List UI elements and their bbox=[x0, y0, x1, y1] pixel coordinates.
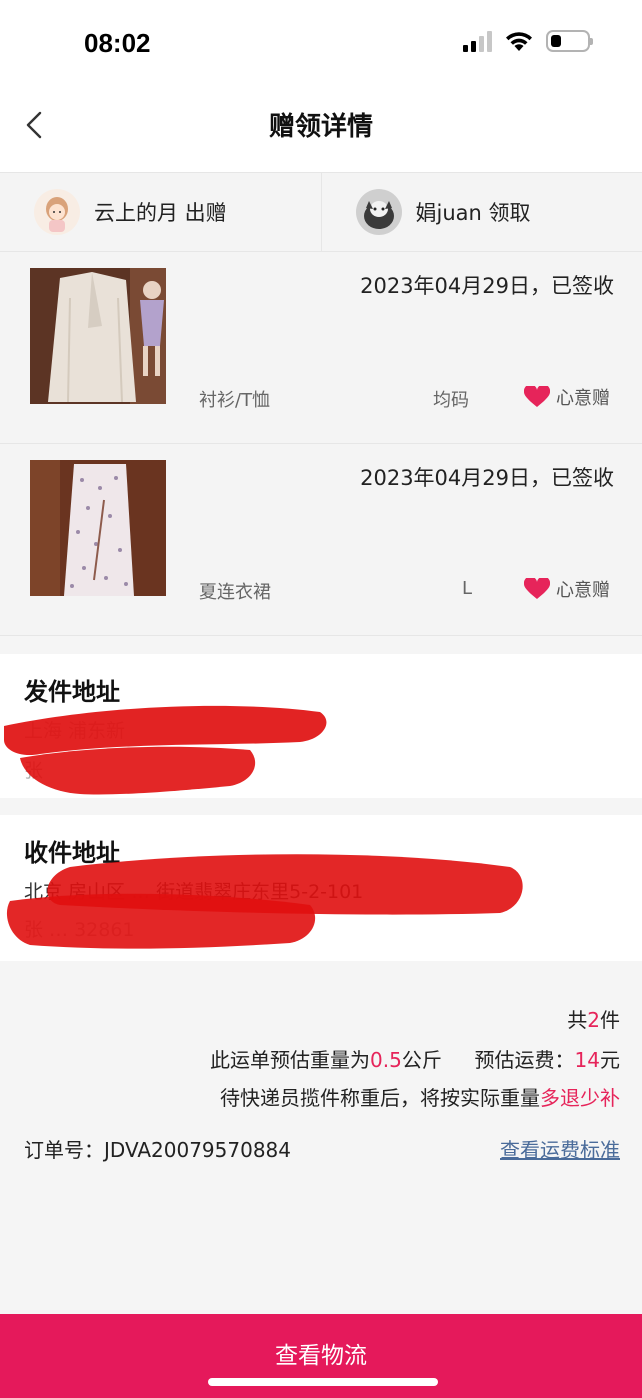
receiver-address-title: 收件地址 bbox=[24, 839, 120, 867]
item-category: 衬衫/T恤 bbox=[199, 390, 271, 411]
nav-bar: 赠领详情 bbox=[0, 88, 642, 172]
item-date: 2023年04月29日，已签收 bbox=[360, 274, 614, 298]
item-tag: 心意赠 bbox=[524, 384, 610, 410]
item-image bbox=[30, 268, 166, 404]
heart-icon bbox=[524, 386, 550, 407]
item-tag-label: 心意赠 bbox=[556, 388, 610, 409]
item-size: 均码 bbox=[433, 390, 469, 411]
sender-address-title: 发件地址 bbox=[24, 678, 120, 706]
receiver-name: 娟juan 领取 bbox=[415, 201, 531, 225]
status-time: 08:02 bbox=[84, 28, 151, 58]
home-indicator bbox=[208, 1378, 438, 1386]
list-item[interactable]: 2023年04月29日，已签收 衬衫/T恤 均码 心意赠 bbox=[0, 252, 642, 444]
item-tag-label: 心意赠 bbox=[556, 580, 610, 601]
item-size: L bbox=[462, 578, 473, 599]
fee-standard-link[interactable]: 查看运费标准 bbox=[500, 1134, 620, 1163]
item-tag: 心意赠 bbox=[524, 576, 610, 602]
wifi-icon bbox=[506, 32, 532, 51]
giver-name: 云上的月 出赠 bbox=[94, 201, 227, 225]
battery-icon bbox=[546, 30, 593, 52]
receiver-cell[interactable]: 娟juan 领取 bbox=[320, 173, 642, 251]
giver-avatar bbox=[34, 189, 80, 235]
giver-cell[interactable]: 云上的月 出赠 bbox=[0, 173, 321, 251]
receiver-address-line2: 张 … 32861 bbox=[24, 919, 135, 941]
item-category: 夏连衣裙 bbox=[199, 582, 271, 603]
heart-icon bbox=[524, 578, 550, 599]
page-title: 赠领详情 bbox=[268, 112, 373, 142]
weight-note: 待快递员揽件称重后，将按实际重量多退少补 bbox=[220, 1086, 620, 1110]
item-date: 2023年04月29日，已签收 bbox=[360, 466, 614, 490]
item-image bbox=[30, 460, 166, 596]
list-item[interactable]: 2023年04月29日，已签收 夏连衣裙 L 心意赠 bbox=[0, 444, 642, 636]
signal-icon bbox=[463, 30, 492, 52]
weight-fee-line: 此运单预估重量为0.5公斤 预估运费：14元 bbox=[210, 1048, 620, 1072]
users-row: 云上的月 出赠 娟juan 领取 bbox=[0, 172, 642, 252]
sender-address-line2: 张 bbox=[24, 760, 44, 782]
status-bar: 08:02 bbox=[0, 0, 642, 88]
receiver-avatar bbox=[355, 189, 402, 235]
sender-address-line1: 上海 浦东新 bbox=[24, 720, 126, 742]
receiver-address-line1: 北京 房山区 … 街道翡翠庄东里5-2-101 bbox=[24, 881, 364, 903]
sender-address-section: 发件地址 上海 浦东新 张 bbox=[0, 654, 642, 798]
order-number: 订单号：JDVA20079570884 bbox=[24, 1138, 292, 1162]
item-count: 共2件 bbox=[567, 1008, 620, 1032]
receiver-address-section: 收件地址 北京 房山区 … 街道翡翠庄东里5-2-101 张 … 32861 bbox=[0, 815, 642, 961]
status-icons bbox=[463, 30, 593, 52]
